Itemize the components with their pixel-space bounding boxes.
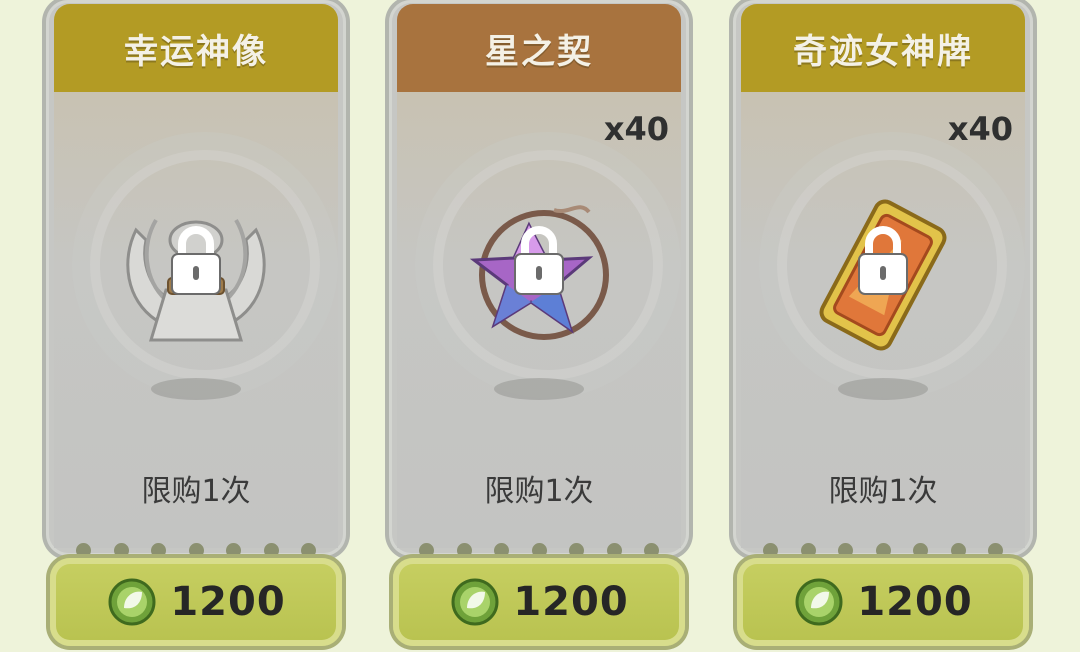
perforation-dot	[606, 543, 622, 558]
item-shadow	[494, 378, 584, 400]
perforation-dot	[838, 543, 853, 558]
perforation-dot	[188, 543, 204, 558]
price-amount: 1200	[170, 579, 286, 625]
shop-screen: 幸运神像 限购1次 1200 星之契 x40 限购1次 1200 奇迹女神牌 x…	[0, 0, 1080, 652]
leaf-gem-icon	[451, 578, 499, 626]
perforation-dot	[988, 543, 1003, 558]
purchase-limit-label: 限购1次	[484, 474, 594, 509]
item-name: 幸运神像	[124, 31, 268, 72]
item-shadow	[838, 378, 928, 400]
perforation-dot	[301, 543, 316, 558]
lock-icon	[858, 226, 908, 295]
leaf-gem-icon	[795, 578, 843, 626]
shop-item-card[interactable]: 奇迹女神牌 x40 限购1次 1200	[733, 0, 1033, 652]
lock-icon	[171, 226, 221, 295]
lock-icon	[514, 226, 564, 295]
item-name: 奇迹女神牌	[793, 31, 973, 72]
perforation-dot	[800, 543, 816, 558]
perforation-dot	[913, 543, 928, 558]
perforation-dot	[569, 543, 584, 558]
shop-item-card[interactable]: 星之契 x40 限购1次 1200	[389, 0, 689, 652]
item-header: 幸运神像	[54, 4, 338, 92]
perforation-dot	[531, 543, 547, 558]
ticket-perforation	[419, 543, 659, 559]
item-header: 奇迹女神牌	[741, 4, 1025, 92]
ticket-perforation	[763, 543, 1003, 559]
perforation-dot	[151, 543, 166, 558]
perforation-dot	[950, 543, 966, 558]
item-quantity: x40	[603, 110, 669, 148]
buy-button[interactable]: 1200	[737, 558, 1029, 646]
ticket-perforation	[76, 543, 316, 559]
item-header: 星之契	[397, 4, 681, 92]
purchase-limit-label: 限购1次	[828, 474, 938, 509]
buy-button[interactable]: 1200	[393, 558, 685, 646]
price-amount: 1200	[857, 579, 973, 625]
item-shadow	[151, 378, 241, 400]
buy-button[interactable]: 1200	[50, 558, 342, 646]
perforation-dot	[113, 543, 129, 558]
perforation-dot	[494, 543, 509, 558]
shop-item-card[interactable]: 幸运神像 限购1次 1200	[46, 0, 346, 652]
purchase-limit-label: 限购1次	[141, 474, 251, 509]
item-name: 星之契	[485, 31, 593, 72]
perforation-dot	[226, 543, 241, 558]
perforation-dot	[263, 543, 279, 558]
perforation-dot	[763, 543, 778, 558]
perforation-dot	[419, 543, 434, 558]
perforation-dot	[456, 543, 472, 558]
perforation-dot	[875, 543, 891, 558]
leaf-gem-icon	[108, 578, 156, 626]
item-quantity: x40	[947, 110, 1013, 148]
perforation-dot	[644, 543, 659, 558]
price-amount: 1200	[513, 579, 629, 625]
perforation-dot	[76, 543, 91, 558]
